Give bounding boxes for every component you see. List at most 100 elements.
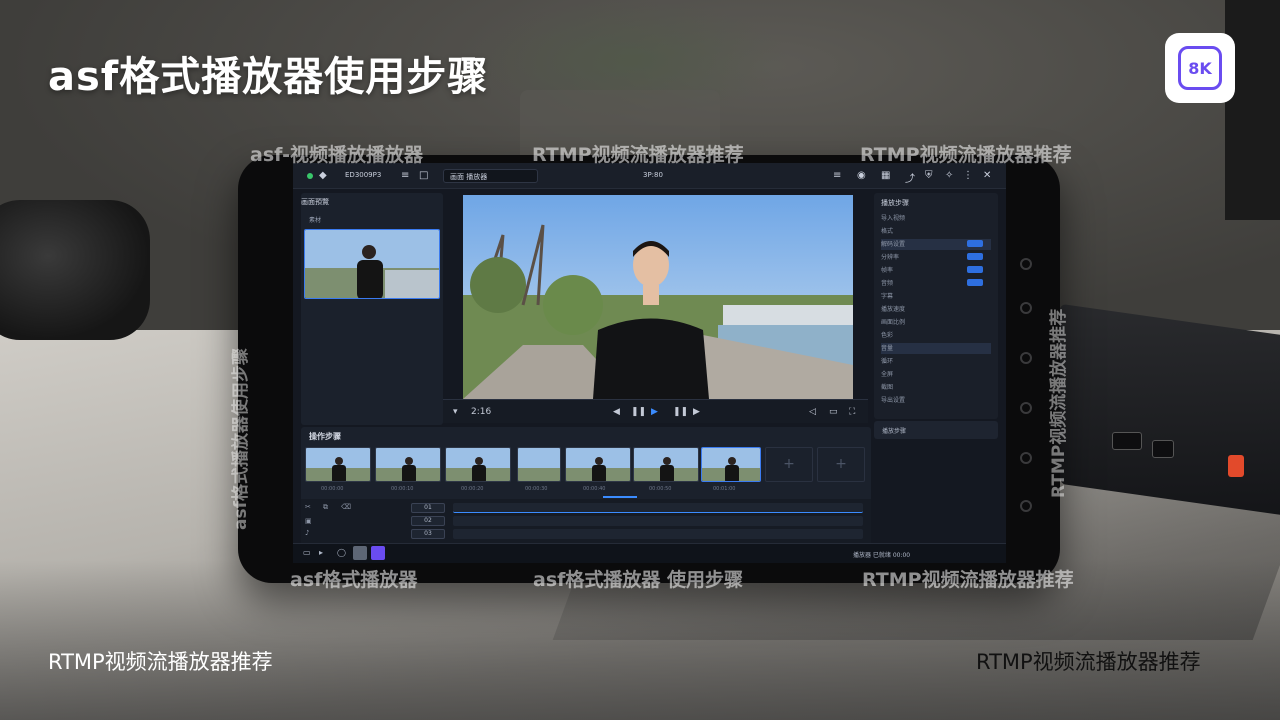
logo: 8K — [1165, 33, 1235, 103]
video-player[interactable] — [463, 195, 853, 399]
track-button[interactable]: 01 — [411, 503, 445, 513]
usb-port — [1152, 440, 1174, 458]
player-controls: ▾ 2:16 ◀ ❚❚ ▶ ❚❚ ▶ ◁ ▭ ⛶ — [443, 399, 868, 423]
phone-sensor-icon — [1020, 402, 1032, 414]
step-label: 00:00:20 — [461, 486, 484, 492]
more-icon[interactable]: ⋮ — [963, 170, 973, 181]
preview-thumbnail[interactable] — [304, 229, 440, 299]
tab-media[interactable]: 素材 — [309, 215, 321, 224]
copy-icon[interactable]: ⧉ — [323, 503, 328, 512]
cut-icon[interactable]: ✂ — [305, 503, 311, 511]
center-title: 3P:80 — [643, 171, 663, 179]
watermark: RTMP视频流播放器推荐 — [862, 569, 1074, 591]
side-panel-row[interactable]: 画面比例 — [881, 317, 991, 328]
step-icon[interactable]: ❚❚ — [673, 407, 688, 417]
toggle-switch[interactable] — [967, 240, 983, 247]
run-icon[interactable]: ⤴ — [905, 170, 915, 185]
side-panel-row[interactable]: 色彩 — [881, 330, 991, 341]
add-step-icon[interactable]: + — [765, 447, 813, 482]
list-icon[interactable]: ≡ — [833, 170, 841, 181]
red-button — [1228, 455, 1244, 477]
side-panel-row[interactable]: 全屏 — [881, 369, 991, 380]
audio-icon[interactable]: ♪ — [305, 529, 309, 537]
step-thumbnail[interactable] — [565, 447, 631, 482]
timeline-track[interactable] — [453, 529, 863, 539]
playback-time: 2:16 — [471, 407, 492, 417]
app-screen: ◆ ED3009P3 ≡ □ 画面 播放器 3P:80 ≡ ◉ ▦ ⤴ ⛨ ✧ … — [293, 163, 1006, 563]
side-panel-footer[interactable]: 播放步骤 — [874, 421, 998, 439]
side-panel-row[interactable]: 导入视频 — [881, 213, 991, 224]
watermark: asf格式播放器 — [290, 569, 418, 591]
volume-icon[interactable]: ▾ — [453, 407, 458, 417]
side-panel-row[interactable]: 截图 — [881, 382, 991, 393]
folder-icon[interactable]: ▭ — [303, 548, 311, 557]
page-title: asf格式播放器使用步骤 — [48, 54, 489, 100]
toggle-switch[interactable] — [967, 266, 983, 273]
watermark: RTMP视频流播放器推荐 — [532, 144, 744, 166]
tool-button-active[interactable] — [371, 546, 385, 560]
side-panel-row[interactable]: 解码设置 — [881, 239, 991, 250]
step-thumbnail[interactable] — [517, 447, 561, 482]
project-name: ED3009P3 — [345, 171, 382, 179]
preview-panel — [301, 193, 443, 425]
timeline-track[interactable] — [453, 516, 863, 526]
thumbnail-image — [305, 230, 439, 298]
track-button[interactable]: 02 — [411, 516, 445, 526]
side-panel-row[interactable]: 字幕 — [881, 291, 991, 302]
side-panel-row[interactable]: 格式 — [881, 226, 991, 237]
delete-icon[interactable]: ⌫ — [341, 503, 351, 511]
side-panel-row[interactable]: 音量 — [881, 343, 991, 354]
side-panel-row[interactable]: 播放速度 — [881, 304, 991, 315]
phone-sensor-icon — [1020, 302, 1032, 314]
toggle-switch[interactable] — [967, 253, 983, 260]
fullscreen-icon[interactable]: ⛶ — [849, 407, 855, 417]
menu-icon[interactable]: ≡ — [401, 170, 409, 181]
grid-icon[interactable]: ▦ — [881, 170, 890, 181]
side-panel-row[interactable]: 循环 — [881, 356, 991, 367]
side-panel-row[interactable]: 分辨率 — [881, 252, 991, 263]
hardware-box — [1060, 303, 1280, 517]
lock-icon[interactable]: ▣ — [305, 517, 312, 525]
open-icon[interactable]: ▸ — [319, 548, 323, 557]
ring-icon[interactable]: ◯ — [337, 548, 346, 557]
step-thumbnail[interactable] — [375, 447, 441, 482]
track-button[interactable]: 03 — [411, 529, 445, 539]
eye-icon[interactable]: ◉ — [857, 170, 866, 181]
phone-sensor-icon — [1020, 452, 1032, 464]
timeline-track[interactable] — [453, 503, 863, 513]
step-thumbnail[interactable] — [633, 447, 699, 482]
next-icon[interactable]: ▶ — [693, 407, 700, 417]
hdmi-port — [1112, 432, 1142, 450]
step-thumbnail[interactable] — [305, 447, 371, 482]
preview-panel-title: 画面預覽 — [301, 198, 329, 206]
phone-sensor-icon — [1020, 500, 1032, 512]
add-step-icon[interactable]: + — [817, 447, 865, 482]
shield-icon[interactable]: ⛨ — [925, 170, 933, 181]
toggle-switch[interactable] — [967, 279, 983, 286]
background-scene: ◆ ED3009P3 ≡ □ 画面 播放器 3P:80 ≡ ◉ ▦ ⤴ ⛨ ✧ … — [0, 0, 1280, 720]
magic-icon[interactable]: ✧ — [945, 170, 953, 181]
close-icon[interactable]: ✕ — [983, 170, 991, 181]
step-thumbnail-selected[interactable] — [701, 447, 761, 482]
status-dot — [307, 173, 313, 179]
search-field[interactable]: 画面 播放器 — [443, 169, 538, 183]
window-icon[interactable]: □ — [419, 170, 428, 181]
logo-8k-icon: 8K — [1178, 46, 1222, 90]
step-label: 00:01:00 — [713, 486, 736, 492]
pause-icon[interactable]: ❚❚ — [631, 407, 646, 417]
side-panel-title: 播放步骤 — [881, 199, 909, 207]
search-field-text: 画面 播放器 — [450, 173, 488, 181]
side-panel-row[interactable]: 帧率 — [881, 265, 991, 276]
steps-title: 操作步骤 — [309, 432, 341, 441]
side-panel-row[interactable]: 导出设置 — [881, 395, 991, 406]
step-thumbnail[interactable] — [445, 447, 511, 482]
play-icon[interactable]: ▶ — [651, 407, 658, 417]
subtitle-icon[interactable]: ▭ — [829, 407, 838, 417]
caption-left: RTMP视频流播放器推荐 — [48, 650, 273, 674]
speaker-icon[interactable]: ◁ — [809, 407, 816, 417]
tool-button[interactable] — [353, 546, 367, 560]
shield-icon[interactable]: ◆ — [319, 170, 327, 181]
prev-icon[interactable]: ◀ — [613, 407, 620, 417]
video-frame — [463, 195, 853, 399]
side-panel-row[interactable]: 音频 — [881, 278, 991, 289]
